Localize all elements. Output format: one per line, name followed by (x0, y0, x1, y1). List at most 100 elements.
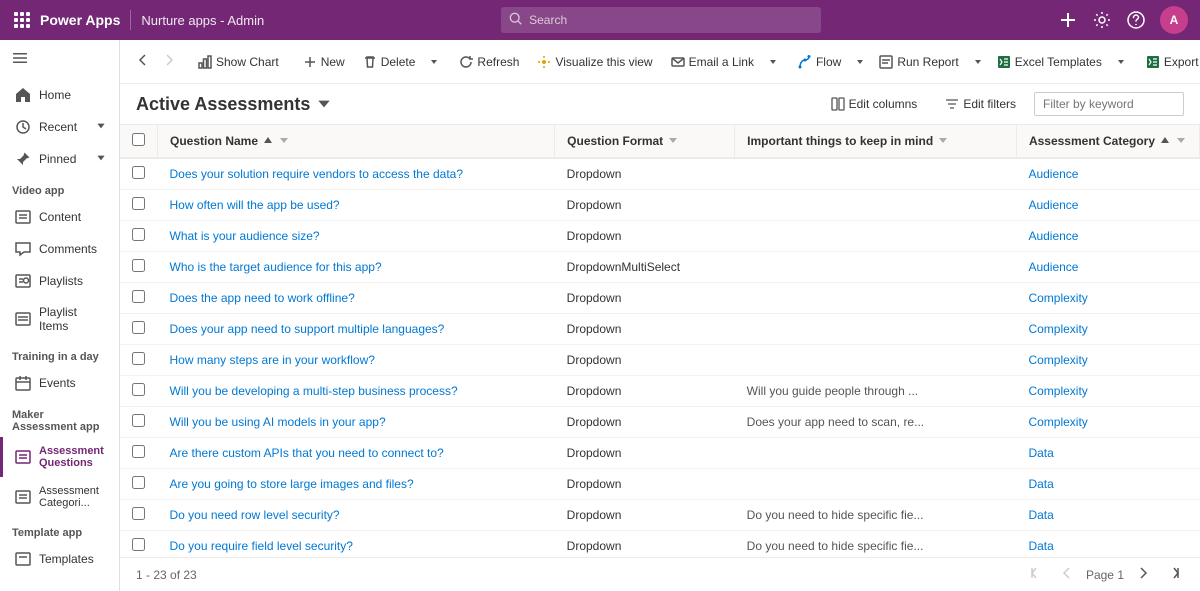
add-icon[interactable] (1058, 10, 1078, 30)
row-checkbox-cell[interactable] (120, 500, 158, 531)
row-category-link-10[interactable]: Data (1028, 477, 1053, 491)
sidebar-item-comments[interactable]: Comments (0, 233, 119, 265)
row-category-link-5[interactable]: Complexity (1028, 322, 1087, 336)
row-category-link-7[interactable]: Complexity (1028, 384, 1087, 398)
row-checkbox-3[interactable] (132, 259, 145, 272)
next-page-button[interactable] (1132, 564, 1154, 585)
view-title-dropdown-icon[interactable] (316, 96, 332, 112)
row-checkbox-cell[interactable] (120, 314, 158, 345)
row-checkbox-cell[interactable] (120, 252, 158, 283)
row-question-link-3[interactable]: Who is the target audience for this app? (170, 260, 382, 274)
row-checkbox-cell[interactable] (120, 531, 158, 558)
row-category-link-0[interactable]: Audience (1028, 167, 1078, 181)
row-checkbox-6[interactable] (132, 352, 145, 365)
row-checkbox-8[interactable] (132, 414, 145, 427)
row-checkbox-cell[interactable] (120, 407, 158, 438)
row-category-link-4[interactable]: Complexity (1028, 291, 1087, 305)
row-question-link-9[interactable]: Are there custom APIs that you need to c… (170, 446, 444, 460)
flow-dropdown[interactable] (851, 51, 869, 73)
row-checkbox-7[interactable] (132, 383, 145, 396)
row-checkbox-0[interactable] (132, 166, 145, 179)
new-button[interactable]: New (295, 49, 353, 75)
row-question-link-8[interactable]: Will you be using AI models in your app? (170, 415, 386, 429)
row-checkbox-2[interactable] (132, 228, 145, 241)
row-question-link-4[interactable]: Does the app need to work offline? (170, 291, 355, 305)
forward-button[interactable] (158, 49, 180, 74)
sidebar-item-playlist-items[interactable]: Playlist Items (0, 297, 119, 341)
row-checkbox-12[interactable] (132, 538, 145, 551)
row-checkbox-cell[interactable] (120, 376, 158, 407)
back-button[interactable] (132, 49, 154, 74)
run-report-dropdown[interactable] (969, 51, 987, 73)
row-category-link-11[interactable]: Data (1028, 508, 1053, 522)
delete-dropdown[interactable] (425, 51, 443, 73)
show-chart-button[interactable]: Show Chart (190, 49, 287, 75)
col-question-name[interactable]: Question Name (158, 125, 555, 158)
export-excel-button[interactable]: Export to Excel (1138, 49, 1200, 75)
row-question-link-11[interactable]: Do you need row level security? (170, 508, 340, 522)
sidebar-item-events[interactable]: Events (0, 367, 119, 399)
row-question-link-5[interactable]: Does your app need to support multiple l… (170, 322, 445, 336)
excel-templates-button[interactable]: Excel Templates (989, 49, 1110, 75)
keyword-filter-input[interactable] (1034, 92, 1184, 116)
row-question-link-6[interactable]: How many steps are in your workflow? (170, 353, 375, 367)
avatar[interactable]: A (1160, 6, 1188, 34)
row-checkbox-cell[interactable] (120, 345, 158, 376)
row-checkbox-1[interactable] (132, 197, 145, 210)
edit-filters-button[interactable]: Edit filters (935, 92, 1026, 116)
last-page-button[interactable] (1162, 564, 1184, 585)
refresh-button[interactable]: Refresh (451, 49, 527, 75)
sidebar-item-templates[interactable]: Templates (0, 543, 119, 575)
row-checkbox-cell[interactable] (120, 158, 158, 190)
excel-templates-dropdown[interactable] (1112, 51, 1130, 73)
row-checkbox-cell[interactable] (120, 283, 158, 314)
row-checkbox-cell[interactable] (120, 438, 158, 469)
row-category-link-6[interactable]: Complexity (1028, 353, 1087, 367)
row-question-link-2[interactable]: What is your audience size? (170, 229, 320, 243)
row-category-link-3[interactable]: Audience (1028, 260, 1078, 274)
prev-page-button[interactable] (1056, 564, 1078, 585)
col-assessment-category[interactable]: Assessment Category (1016, 125, 1199, 158)
row-category-link-12[interactable]: Data (1028, 539, 1053, 553)
sidebar-item-assessment-questions[interactable]: Assessment Questions (0, 437, 119, 477)
row-question-link-12[interactable]: Do you require field level security? (170, 539, 353, 553)
edit-columns-button[interactable]: Edit columns (821, 92, 928, 116)
sidebar-item-recent[interactable]: Recent (0, 111, 119, 143)
row-category-link-2[interactable]: Audience (1028, 229, 1078, 243)
row-question-link-7[interactable]: Will you be developing a multi-step busi… (170, 384, 458, 398)
row-checkbox-9[interactable] (132, 445, 145, 458)
email-dropdown[interactable] (764, 51, 782, 73)
sidebar-item-home[interactable]: Home (0, 79, 119, 111)
sidebar-item-playlists[interactable]: Playlists (0, 265, 119, 297)
sidebar-item-pinned[interactable]: Pinned (0, 143, 119, 175)
email-link-button[interactable]: Email a Link (663, 49, 762, 75)
row-category-link-1[interactable]: Audience (1028, 198, 1078, 212)
run-report-button[interactable]: Run Report (871, 49, 966, 75)
row-checkbox-cell[interactable] (120, 190, 158, 221)
row-question-link-1[interactable]: How often will the app be used? (170, 198, 340, 212)
select-all-checkbox[interactable] (132, 133, 145, 146)
col-important-things[interactable]: Important things to keep in mind (735, 125, 1017, 158)
sidebar-item-content[interactable]: Content (0, 201, 119, 233)
help-icon[interactable] (1126, 10, 1146, 30)
row-category-link-8[interactable]: Complexity (1028, 415, 1087, 429)
row-checkbox-cell[interactable] (120, 469, 158, 500)
search-input[interactable] (501, 7, 821, 33)
sidebar-item-assessment-categories[interactable]: Assessment Categori... (0, 477, 119, 517)
visualize-button[interactable]: Visualize this view (529, 49, 660, 75)
waffle-icon[interactable] (12, 10, 32, 30)
settings-icon[interactable] (1092, 10, 1112, 30)
row-question-link-10[interactable]: Are you going to store large images and … (170, 477, 414, 491)
checkbox-header[interactable] (120, 125, 158, 158)
row-checkbox-11[interactable] (132, 507, 145, 520)
row-checkbox-5[interactable] (132, 321, 145, 334)
delete-button[interactable]: Delete (355, 49, 424, 75)
hamburger-button[interactable] (0, 40, 119, 79)
flow-button[interactable]: Flow (790, 49, 849, 75)
row-category-link-9[interactable]: Data (1028, 446, 1053, 460)
row-checkbox-10[interactable] (132, 476, 145, 489)
first-page-button[interactable] (1026, 564, 1048, 585)
row-checkbox-4[interactable] (132, 290, 145, 303)
row-checkbox-cell[interactable] (120, 221, 158, 252)
col-question-format[interactable]: Question Format (555, 125, 735, 158)
